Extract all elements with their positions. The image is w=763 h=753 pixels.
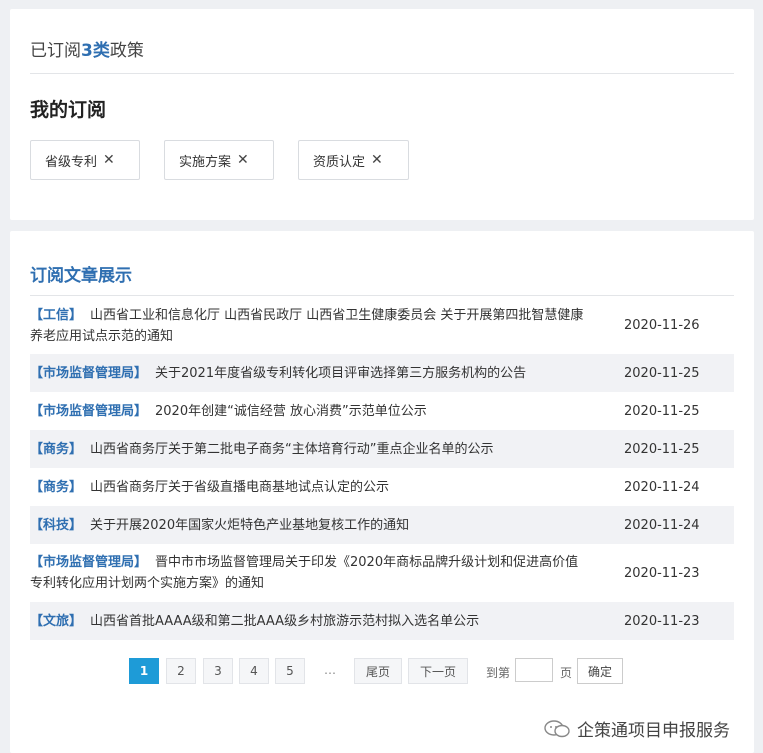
page-button[interactable]: 3 — [203, 658, 233, 684]
article-date: 2020-11-24 — [624, 517, 700, 533]
summary-suffix: 政策 — [109, 41, 144, 61]
divider — [30, 73, 734, 74]
subscription-tag[interactable]: 资质认定 ✕ — [298, 140, 409, 180]
page-button-current[interactable]: 1 — [129, 658, 159, 684]
divider — [30, 295, 734, 296]
article-date: 2020-11-25 — [624, 441, 700, 457]
goto-confirm-button[interactable]: 确定 — [577, 658, 623, 684]
article-text[interactable]: 【文旅】 山西省首批AAAA级和第二批AAA级乡村旅游示范村拟入选名单公示 — [30, 611, 590, 632]
article-text[interactable]: 【市场监督管理局】 关于2021年度省级专利转化项目评审选择第三方服务机构的公告 — [30, 363, 590, 384]
article-row[interactable]: 【文旅】 山西省首批AAAA级和第二批AAA级乡村旅游示范村拟入选名单公示 202… — [30, 602, 734, 640]
tag-label: 实施方案 — [179, 154, 232, 170]
article-title[interactable]: 山西省商务厅关于省级直播电商基地试点认定的公示 — [90, 480, 389, 495]
article-category: 【科技】 — [30, 517, 83, 533]
article-title[interactable]: 关于2021年度省级专利转化项目评审选择第三方服务机构的公告 — [155, 366, 526, 381]
close-icon[interactable]: ✕ — [237, 152, 249, 168]
subscription-count: 3类 — [81, 41, 110, 61]
article-title[interactable]: 山西省首批AAAA级和第二批AAA级乡村旅游示范村拟入选名单公示 — [90, 614, 479, 629]
watermark: 企策通项目申报服务 — [543, 716, 730, 741]
article-row[interactable]: 【科技】 关于开展2020年国家火炬特色产业基地复核工作的通知 2020-11-2… — [30, 506, 734, 544]
article-category: 【文旅】 — [30, 613, 83, 629]
close-icon[interactable]: ✕ — [371, 152, 383, 168]
subscription-count-summary: 已订阅3类政策 — [30, 36, 144, 61]
article-list: 【工信】 山西省工业和信息化厅 山西省民政厅 山西省卫生健康委员会 关于开展第四批… — [30, 297, 734, 640]
article-category: 【市场监督管理局】 — [30, 555, 148, 570]
page-button[interactable]: 4 — [239, 658, 269, 684]
article-category: 【市场监督管理局】 — [30, 403, 148, 419]
tag-label: 省级专利 — [45, 154, 98, 170]
article-row[interactable]: 【市场监督管理局】 晋中市市场监督管理局关于印发《2020年商标品牌升级计划和促进… — [30, 544, 734, 602]
article-text[interactable]: 【科技】 关于开展2020年国家火炬特色产业基地复核工作的通知 — [30, 515, 590, 536]
article-category: 【市场监督管理局】 — [30, 365, 148, 381]
article-date: 2020-11-25 — [624, 365, 700, 381]
goto-prefix-label: 到第 — [486, 666, 511, 680]
article-title[interactable]: 2020年创建“诚信经营 放心消费”示范单位公示 — [155, 404, 427, 419]
article-text[interactable]: 【市场监督管理局】 晋中市市场监督管理局关于印发《2020年商标品牌升级计划和促进… — [30, 552, 590, 594]
next-page-button[interactable]: 下一页 — [408, 658, 468, 684]
tag-label: 资质认定 — [313, 154, 366, 170]
subscription-summary-card: 已订阅3类政策 我的订阅 省级专利 ✕ 实施方案 ✕ 资质认定 ✕ — [10, 9, 754, 220]
goto-page-input[interactable] — [515, 658, 553, 682]
article-text[interactable]: 【商务】 山西省商务厅关于省级直播电商基地试点认定的公示 — [30, 477, 590, 498]
my-subscriptions-title: 我的订阅 — [30, 99, 107, 121]
article-category: 【商务】 — [30, 441, 83, 457]
subscription-tag[interactable]: 实施方案 ✕ — [164, 140, 274, 180]
article-row[interactable]: 【市场监督管理局】 关于2021年度省级专利转化项目评审选择第三方服务机构的公告 … — [30, 354, 734, 392]
article-title[interactable]: 关于开展2020年国家火炬特色产业基地复核工作的通知 — [90, 518, 409, 533]
page-ellipsis: … — [324, 663, 336, 677]
article-date: 2020-11-26 — [624, 318, 700, 333]
article-category: 【工信】 — [30, 307, 83, 323]
summary-prefix: 已订阅 — [30, 41, 81, 61]
wechat-icon — [544, 719, 570, 737]
article-category: 【商务】 — [30, 479, 83, 495]
article-text[interactable]: 【工信】 山西省工业和信息化厅 山西省民政厅 山西省卫生健康委员会 关于开展第四批… — [30, 305, 590, 347]
subscribed-articles-card: 订阅文章展示 【工信】 山西省工业和信息化厅 山西省民政厅 山西省卫生健康委员会 … — [10, 231, 754, 753]
watermark-text: 企策通项目申报服务 — [577, 721, 730, 741]
pagination: 1 2 3 4 5 … 尾页 下一页 到第 页 确定 — [10, 658, 754, 688]
article-date: 2020-11-23 — [624, 613, 700, 629]
article-row[interactable]: 【商务】 山西省商务厅关于省级直播电商基地试点认定的公示 2020-11-24 — [30, 468, 734, 506]
article-text[interactable]: 【市场监督管理局】 2020年创建“诚信经营 放心消费”示范单位公示 — [30, 401, 590, 422]
page-button[interactable]: 2 — [166, 658, 196, 684]
article-title[interactable]: 山西省工业和信息化厅 山西省民政厅 山西省卫生健康委员会 关于开展第四批智慧健康… — [30, 308, 583, 344]
article-row[interactable]: 【工信】 山西省工业和信息化厅 山西省民政厅 山西省卫生健康委员会 关于开展第四批… — [30, 297, 734, 354]
article-row[interactable]: 【市场监督管理局】 2020年创建“诚信经营 放心消费”示范单位公示 2020-1… — [30, 392, 734, 430]
last-page-button[interactable]: 尾页 — [354, 658, 402, 684]
page-button[interactable]: 5 — [275, 658, 305, 684]
article-text[interactable]: 【商务】 山西省商务厅关于第二批电子商务“主体培育行动”重点企业名单的公示 — [30, 439, 590, 460]
goto-suffix-label: 页 — [560, 666, 573, 680]
article-date: 2020-11-23 — [624, 565, 700, 581]
subscription-tag[interactable]: 省级专利 ✕ — [30, 140, 140, 180]
close-icon[interactable]: ✕ — [103, 152, 115, 168]
article-row[interactable]: 【商务】 山西省商务厅关于第二批电子商务“主体培育行动”重点企业名单的公示 202… — [30, 430, 734, 468]
article-date: 2020-11-24 — [624, 479, 700, 495]
article-date: 2020-11-25 — [624, 403, 700, 419]
articles-title: 订阅文章展示 — [30, 266, 132, 286]
article-title[interactable]: 山西省商务厅关于第二批电子商务“主体培育行动”重点企业名单的公示 — [90, 442, 493, 457]
